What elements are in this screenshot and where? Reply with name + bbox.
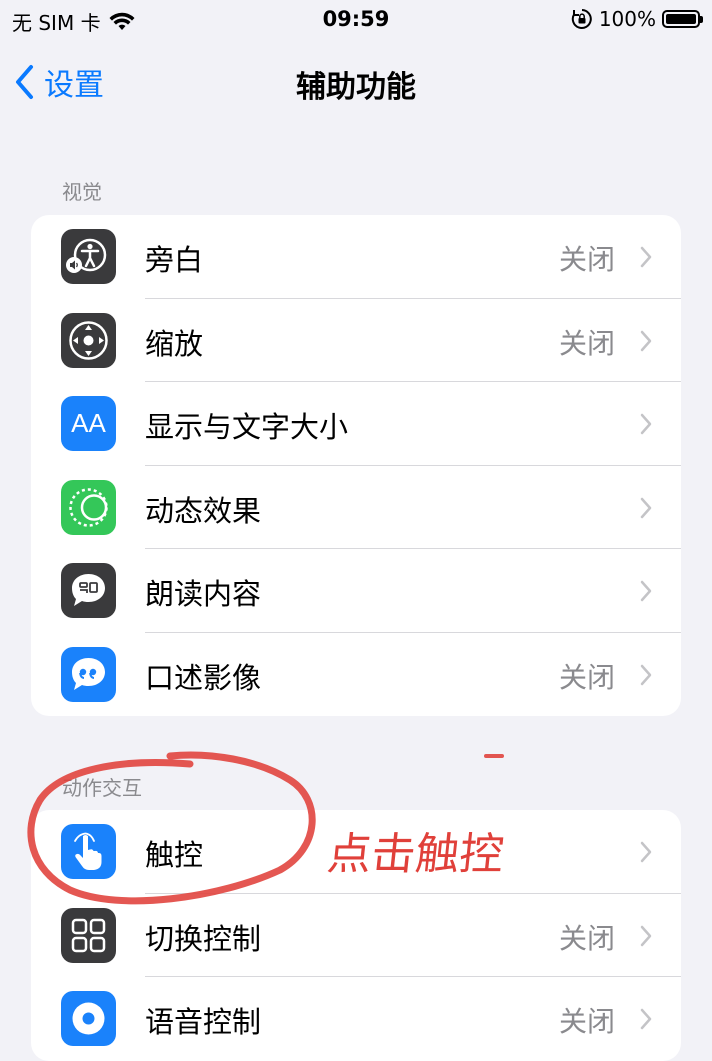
row-motion[interactable]: 动态效果 bbox=[31, 466, 681, 549]
row-label: 动态效果 bbox=[145, 493, 262, 528]
chevron-right-icon bbox=[640, 413, 652, 435]
row-zoom[interactable]: 缩放 关闭 bbox=[31, 299, 681, 382]
battery-icon bbox=[662, 10, 703, 28]
touch-hand-icon bbox=[61, 824, 116, 879]
row-spoken-content[interactable]: 朗读内容 bbox=[31, 549, 681, 633]
section-header-vision: 视觉 bbox=[62, 180, 102, 204]
row-label: 显示与文字大小 bbox=[145, 410, 349, 444]
status-right: 100% bbox=[571, 7, 703, 31]
chevron-right-icon bbox=[640, 925, 652, 946]
row-voiceover[interactable]: 旁白 关闭 bbox=[31, 215, 681, 299]
section-header-interaction: 动作交互 bbox=[62, 776, 142, 800]
row-voice-control[interactable]: 语音控制 关闭 bbox=[31, 977, 681, 1061]
motion-icon bbox=[61, 479, 116, 535]
row-label: 缩放 bbox=[145, 326, 204, 361]
row-label: 切换控制 bbox=[145, 921, 262, 956]
vision-group: 旁白 关闭 缩放 关闭 AA 显示与文字大小 动态效果 朗读内容 口述影像 关闭 bbox=[31, 215, 681, 716]
switch-control-icon bbox=[61, 907, 116, 963]
row-display-text-size[interactable]: AA 显示与文字大小 bbox=[31, 382, 681, 466]
chevron-right-icon bbox=[640, 841, 652, 863]
page-title: 辅助功能 bbox=[296, 70, 416, 105]
row-label: 旁白 bbox=[145, 243, 204, 277]
spoken-content-icon bbox=[61, 563, 116, 618]
chevron-right-icon bbox=[640, 664, 652, 685]
zoom-icon bbox=[61, 312, 116, 368]
chevron-right-icon bbox=[640, 497, 652, 518]
row-value: 关闭 bbox=[558, 1005, 615, 1038]
chevron-right-icon bbox=[640, 1008, 652, 1030]
row-label: 语音控制 bbox=[145, 1005, 262, 1039]
battery-fill bbox=[666, 14, 696, 24]
audio-description-icon bbox=[61, 646, 116, 702]
chevron-right-icon bbox=[640, 246, 652, 268]
row-value: 关闭 bbox=[558, 326, 615, 360]
row-label: 朗读内容 bbox=[145, 577, 262, 611]
orientation-lock-icon bbox=[571, 9, 592, 29]
status-bar: 无 SIM 卡 09:59 100% bbox=[0, 0, 712, 40]
text-size-icon: AA bbox=[61, 396, 116, 451]
row-audio-description[interactable]: 口述影像 关闭 bbox=[31, 633, 681, 717]
row-value: 关闭 bbox=[558, 921, 615, 955]
voice-control-icon bbox=[61, 991, 116, 1046]
navigation-bar: 设置 辅助功能 bbox=[0, 48, 712, 112]
row-switch-control[interactable]: 切换控制 关闭 bbox=[31, 894, 681, 977]
row-label: 口述影像 bbox=[145, 660, 262, 695]
voiceover-icon bbox=[61, 229, 116, 284]
row-value: 关闭 bbox=[558, 243, 615, 276]
annotation-text: 点击触控 bbox=[324, 829, 507, 880]
text-size-glyph: AA bbox=[71, 408, 106, 438]
battery-percent: 100% bbox=[598, 7, 656, 31]
row-value: 关闭 bbox=[558, 660, 615, 694]
chevron-right-icon bbox=[640, 580, 652, 602]
row-label: 触控 bbox=[145, 838, 204, 872]
chevron-right-icon bbox=[640, 330, 652, 351]
